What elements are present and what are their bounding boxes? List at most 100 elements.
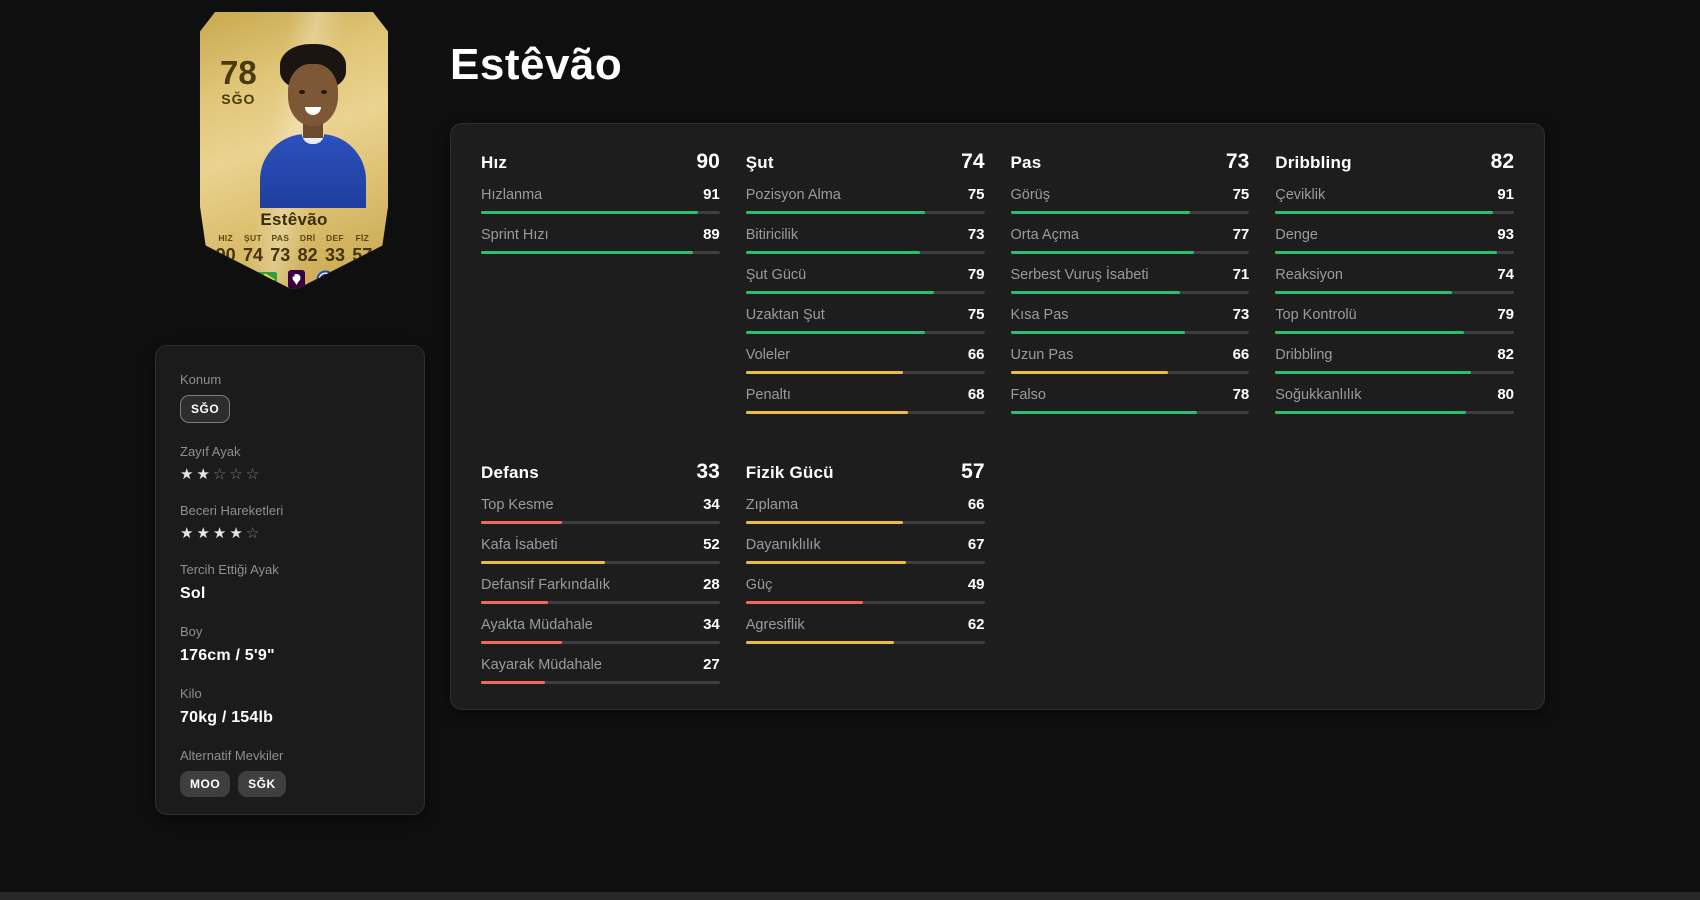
stat-value: 79 (967, 266, 985, 283)
stat-label: Soğukkanlılık (1275, 387, 1362, 403)
stat-group: Hız 90 Hızlanma 91 Sprint Hızı 89 (481, 150, 720, 414)
stat-value: 67 (967, 536, 985, 553)
stat-row-top: Kafa İsabeti 52 (481, 536, 720, 553)
info-section: Kilo 70kg / 154lb (180, 686, 400, 727)
stat-label: Bitiricilik (745, 227, 799, 243)
player-eye (321, 90, 327, 94)
stat-row: Serbest Vuruş İsabeti 71 (1010, 266, 1250, 294)
stat-row: Hızlanma 91 (481, 186, 720, 214)
player-photo (246, 38, 376, 208)
stat-row: Kısa Pas 73 (1010, 306, 1250, 334)
stat-bar-fill (745, 211, 925, 214)
card-mini-stat-label: FİZ (355, 233, 370, 243)
stat-row-top: Zıplama 66 (746, 496, 985, 513)
stat-row-top: Defansif Farkındalık 28 (481, 576, 720, 593)
stat-row: Kafa İsabeti 52 (481, 536, 720, 564)
card-mini-stat-value: 74 (242, 244, 263, 265)
stat-row-top: Dribbling 82 (1275, 346, 1514, 363)
star-filled-icon: ★ (212, 525, 230, 542)
card-mini-stat-value: 33 (324, 244, 345, 265)
stat-value: 73 (1232, 306, 1250, 323)
stat-row: Uzaktan Şut 75 (745, 306, 985, 334)
stat-bar-fill (1010, 411, 1197, 414)
player-stats-page: 78 SĞO Estêvão HIZ 90 ŞUT 74 PAS 73 DRİ … (0, 0, 1700, 900)
star-empty-icon: ☆ (212, 466, 230, 483)
stat-label: Zıplama (745, 497, 799, 513)
stat-row: Denge 93 (1275, 226, 1514, 254)
stat-row-top: Pozisyon Alma 75 (746, 186, 985, 203)
stat-row-top: Penaltı 68 (746, 386, 985, 403)
stat-value: 52 (703, 536, 720, 553)
stat-row-top: Agresiflik 62 (746, 616, 985, 633)
stat-row-top: Top Kesme 34 (481, 496, 720, 513)
stat-label: Top Kesme (481, 497, 554, 513)
stat-bar-fill (1275, 331, 1464, 334)
stat-value: 75 (1232, 186, 1250, 203)
stat-group-value: 74 (961, 150, 985, 173)
stat-group-value: 73 (1225, 150, 1250, 173)
stat-label: Serbest Vuruş İsabeti (1010, 267, 1149, 283)
info-section-label: Konum (180, 372, 222, 387)
stat-label: Penaltı (745, 387, 791, 403)
card-mini-stat: DEF 33 (321, 234, 348, 264)
info-section-label: Zayıf Ayak (180, 444, 241, 459)
stat-label: Denge (1275, 227, 1318, 243)
stat-value: 75 (967, 306, 985, 323)
stat-bar-fill (1010, 251, 1195, 254)
stat-bar-track (1275, 411, 1514, 414)
stat-bar-track (481, 561, 720, 564)
stat-bar-track (745, 251, 985, 254)
stat-row: Penaltı 68 (745, 386, 985, 414)
stat-value: 73 (967, 226, 985, 243)
stat-bar-fill (745, 371, 904, 374)
stat-row-top: Bitiricilik 73 (746, 226, 985, 243)
info-section-content: Sol (180, 585, 206, 602)
info-section-content: MOO SĞK (180, 771, 400, 797)
stat-row: Çeviklik 91 (1275, 186, 1514, 214)
stat-label: Orta Açma (1010, 227, 1080, 243)
player-face (288, 64, 338, 126)
bottom-edge (0, 892, 1700, 900)
card-mini-stat: FİZ 57 (349, 234, 376, 264)
card-player-name: Estêvão (260, 210, 328, 229)
star-filled-icon: ★ (196, 525, 213, 542)
star-rating: ★★☆☆☆ (180, 467, 400, 482)
info-section-content: 176cm / 5'9" (180, 647, 275, 664)
stat-bar-track (1275, 251, 1514, 254)
stat-row: Top Kontrolü 79 (1275, 306, 1514, 334)
stat-row-top: Kısa Pas 73 (1011, 306, 1250, 323)
stat-group: Pas 73 Görüş 75 Orta Açma 77 Serbest Vur… (1010, 150, 1250, 414)
info-section-content: 70kg / 154lb (180, 709, 274, 726)
stat-bar-track (745, 561, 985, 564)
stat-value: 82 (1497, 346, 1514, 363)
stat-label: Top Kontrolü (1275, 307, 1357, 323)
stat-label: Uzun Pas (1010, 347, 1074, 363)
stat-value: 66 (967, 346, 985, 363)
info-section: Alternatif Mevkiler MOO SĞK (180, 748, 400, 797)
stat-bar-track (1275, 211, 1514, 214)
stat-row: Bitiricilik 73 (745, 226, 985, 254)
stat-value: 91 (1497, 186, 1514, 203)
stat-row-top: Denge 93 (1275, 226, 1514, 243)
player-shirt (260, 134, 366, 208)
stat-value: 93 (1497, 226, 1514, 243)
stat-label: Voleler (745, 347, 791, 363)
stat-value: 62 (967, 616, 985, 633)
card-mini-stat-label: ŞUT (244, 233, 262, 243)
stat-label: Çeviklik (1275, 187, 1326, 203)
stat-group-value: 57 (961, 460, 985, 483)
stat-value: 78 (1232, 386, 1250, 403)
stat-group-value: 33 (696, 460, 720, 483)
stat-group-name: Pas (1010, 153, 1042, 172)
stat-row: Sprint Hızı 89 (481, 226, 720, 254)
card-mini-stat-value: 57 (352, 244, 373, 265)
stat-row-top: Uzaktan Şut 75 (746, 306, 985, 323)
stat-row: Soğukkanlılık 80 (1275, 386, 1514, 414)
position-badge: SĞO (180, 395, 231, 423)
player-smile (305, 107, 321, 115)
stat-bar-fill (745, 331, 925, 334)
card-mini-stat-value: 73 (270, 244, 291, 265)
stat-bar-fill (1275, 251, 1498, 254)
card-mini-stat-label: HIZ (218, 233, 233, 243)
stat-label: Uzaktan Şut (745, 307, 825, 323)
